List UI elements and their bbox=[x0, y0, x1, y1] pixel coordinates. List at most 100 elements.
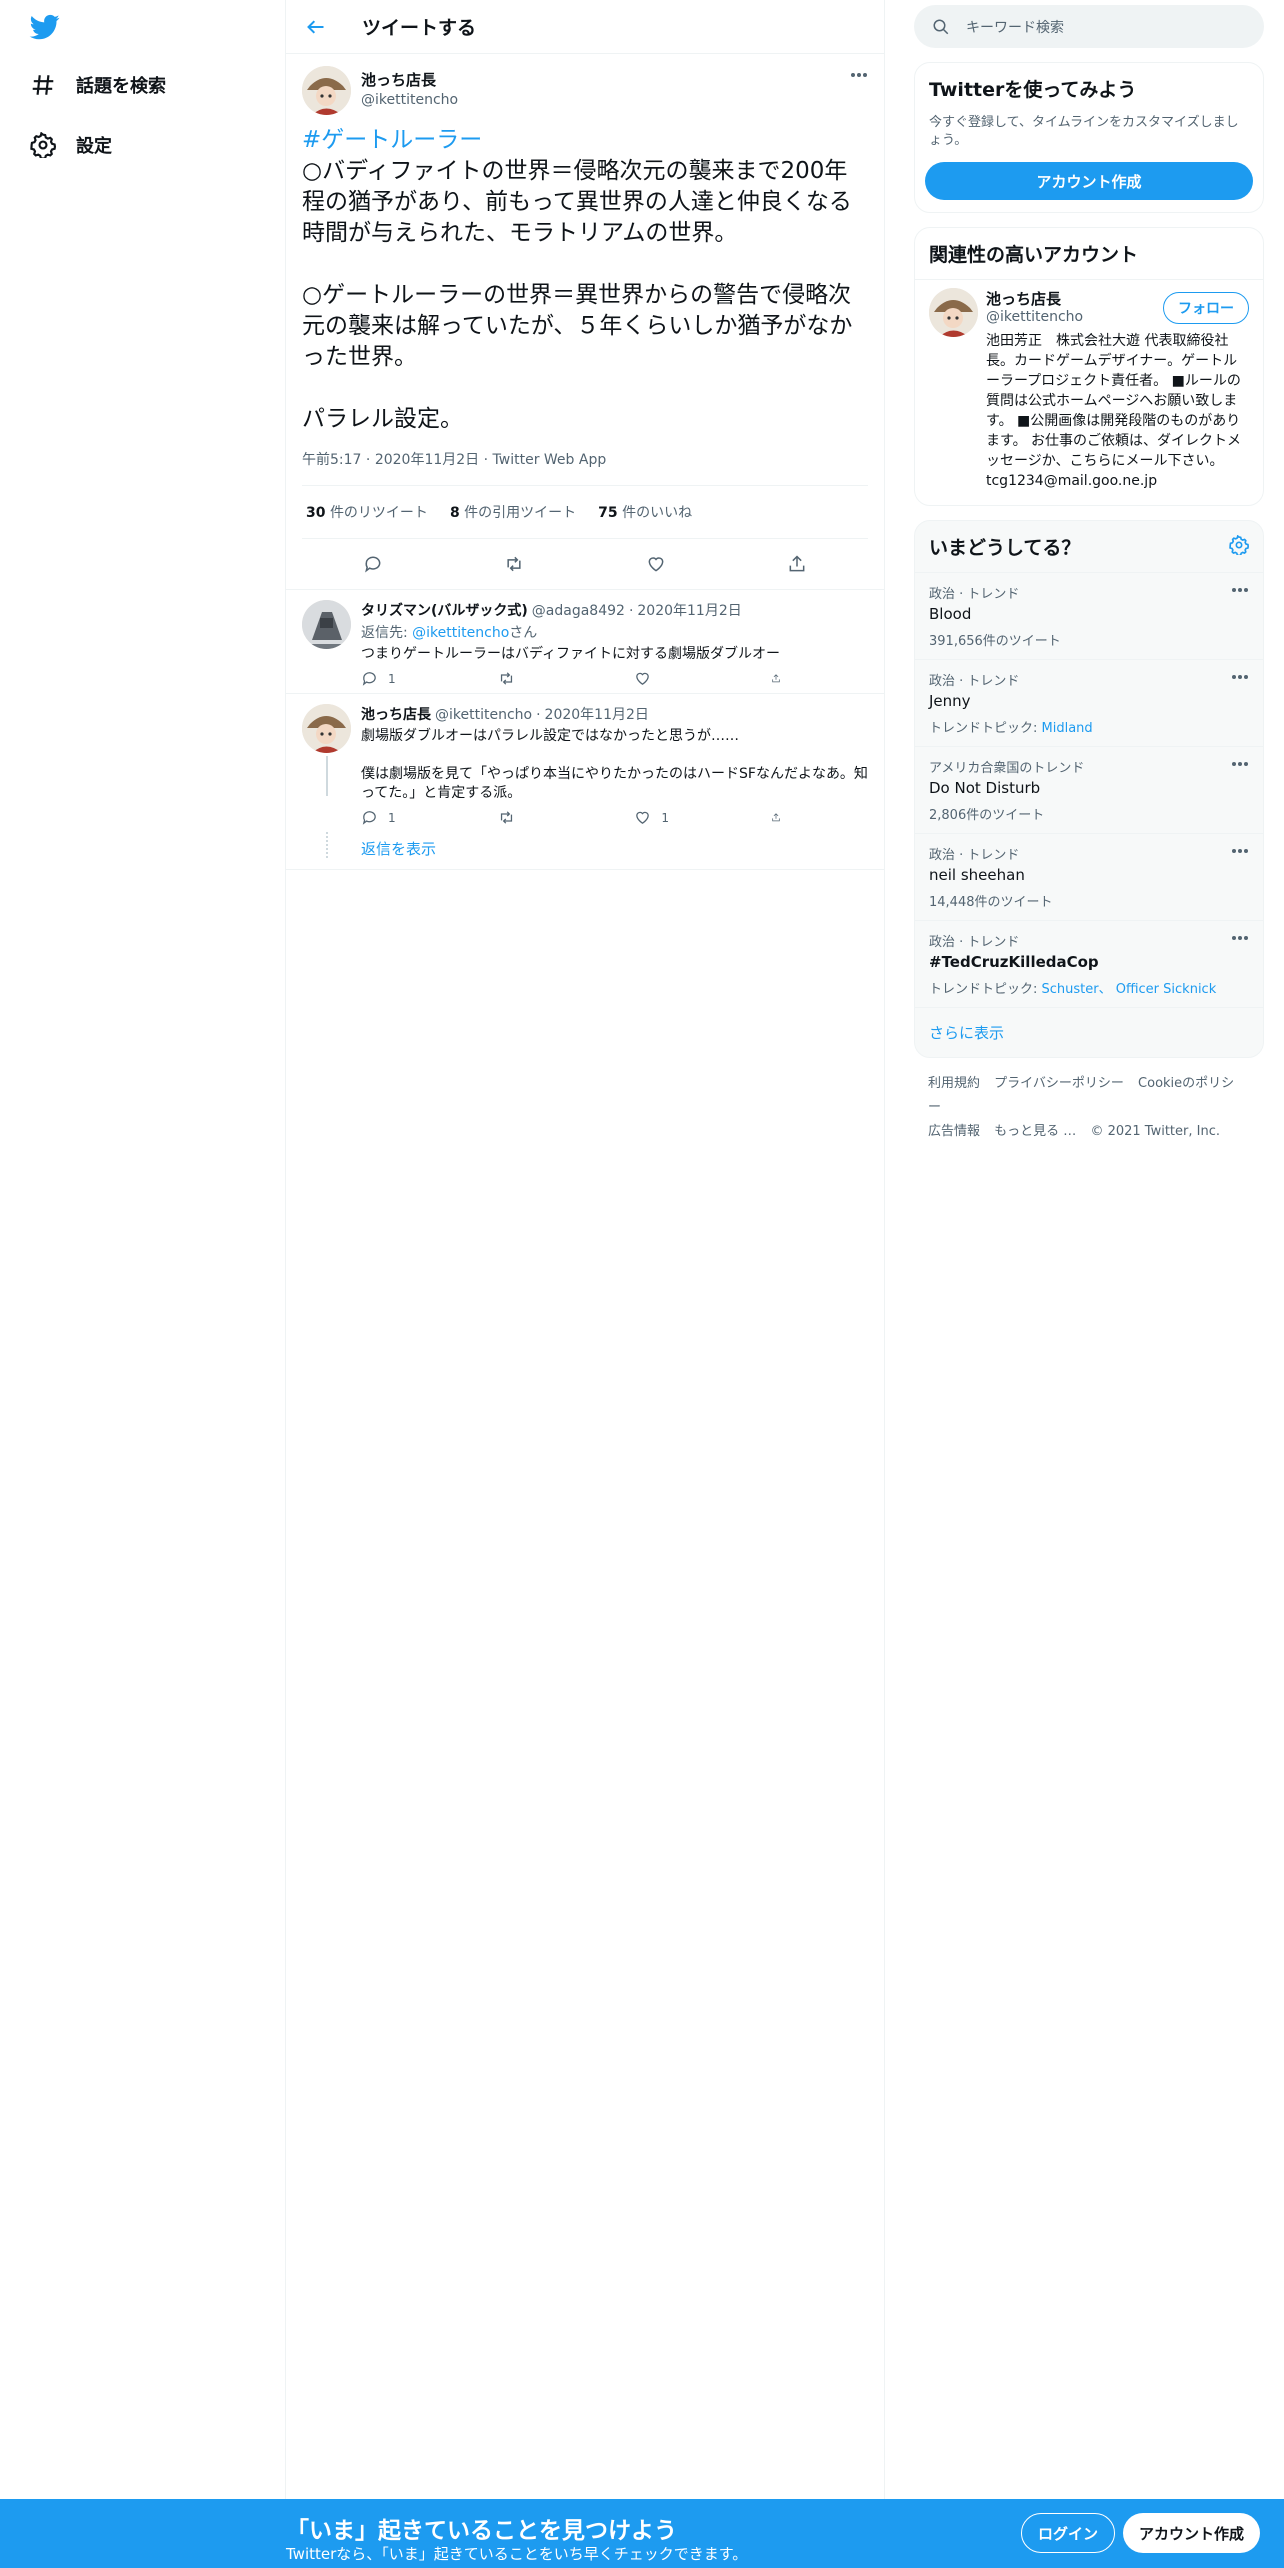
retweet-count[interactable]: 30 件のリツイート bbox=[306, 502, 428, 522]
hashtag-icon bbox=[32, 75, 54, 95]
reply-author-name[interactable]: タリズマン(バルザック式) bbox=[361, 600, 528, 620]
share-icon[interactable] bbox=[787, 554, 807, 574]
hashtag-link[interactable]: #ゲートルーラー bbox=[302, 127, 482, 153]
retweet-button[interactable] bbox=[498, 809, 608, 826]
reply-button[interactable]: 1 bbox=[361, 809, 471, 826]
like-icon[interactable] bbox=[646, 554, 666, 574]
more-options-icon[interactable] bbox=[1231, 587, 1249, 593]
author-name[interactable]: 池っち店長 bbox=[361, 69, 458, 90]
signup-card: Twitterを使ってみよう 今すぐ登録して、タイムラインをカスタマイズしましょ… bbox=[914, 62, 1264, 213]
avatar[interactable] bbox=[302, 600, 351, 649]
signup-button[interactable]: アカウント作成 bbox=[1123, 2513, 1261, 2553]
show-replies-link[interactable]: 返信を表示 bbox=[286, 832, 884, 870]
retweet-icon[interactable] bbox=[504, 554, 524, 574]
trend-item[interactable]: 政治 · トレンド #TedCruzKilledaCop トレンドトピック: S… bbox=[915, 920, 1263, 1007]
reply-author-handle[interactable]: @adaga8492 bbox=[532, 603, 625, 619]
nav-item-label: 話題を検索 bbox=[76, 76, 166, 97]
nav-item-settings[interactable]: 設定 bbox=[30, 125, 112, 165]
mention-link[interactable]: @ikettitencho bbox=[412, 625, 509, 641]
tweet-meta: 午前5:17 · 2020年11月2日 · Twitter Web App bbox=[302, 449, 868, 486]
nav-item-explore[interactable]: 話題を検索 bbox=[30, 65, 166, 105]
bottom-bar-subtitle: Twitterなら、「いま」起きていることをいち早くチェックできます。 bbox=[286, 2545, 748, 2563]
reply-date[interactable]: 2020年11月2日 bbox=[545, 704, 649, 724]
replying-to: 返信先: @ikettitenchoさん bbox=[361, 625, 538, 641]
trend-topics: トレンドトピック: Schuster、 Officer Sicknick bbox=[929, 982, 1217, 997]
reply-button[interactable]: 1 bbox=[361, 670, 471, 687]
share-button[interactable] bbox=[771, 670, 791, 687]
footer-link-privacy[interactable]: プライバシーポリシー bbox=[994, 1076, 1124, 1091]
more-options-icon[interactable] bbox=[1231, 935, 1249, 941]
share-icon bbox=[772, 813, 780, 822]
tweet-source[interactable]: Twitter Web App bbox=[493, 452, 607, 468]
like-button[interactable]: 1 bbox=[634, 809, 744, 826]
retweet-icon bbox=[500, 811, 512, 824]
reply-date[interactable]: 2020年11月2日 bbox=[637, 600, 741, 620]
more-options-icon[interactable] bbox=[850, 72, 868, 78]
twitter-logo-icon[interactable] bbox=[28, 12, 62, 42]
trend-topic-link[interactable]: Midland bbox=[1042, 721, 1093, 736]
like-button[interactable] bbox=[634, 670, 744, 687]
related-accounts-card: 関連性の高いアカウント 池っち店長 @ikettitencho 池田芳正 株式会… bbox=[914, 227, 1264, 506]
login-button[interactable]: ログイン bbox=[1021, 2513, 1116, 2553]
quote-count[interactable]: 8 件の引用ツイート bbox=[450, 502, 576, 522]
trend-topics: トレンドトピック: Midland bbox=[929, 721, 1093, 736]
trend-context: 政治 · トレンド bbox=[929, 935, 1020, 950]
page-title: ツイートする bbox=[362, 17, 477, 39]
author-handle[interactable]: @ikettitencho bbox=[361, 92, 458, 108]
follow-button[interactable]: フォロー bbox=[1163, 292, 1249, 324]
tweet-stats: 30 件のリツイート 8 件の引用ツイート 75 件のいいね bbox=[302, 486, 868, 539]
trend-item[interactable]: 政治 · トレンド neil sheehan 14,448件のツイート bbox=[915, 833, 1263, 920]
main-column: ツイートする 池っち店長 @ikettitencho #ゲートルーラー ○バディ… bbox=[286, 0, 885, 2568]
trend-item[interactable]: アメリカ合衆国のトレンド Do Not Disturb 2,806件のツイート bbox=[915, 746, 1263, 833]
trend-item[interactable]: 政治 · トレンド Blood 391,656件のツイート bbox=[915, 572, 1263, 659]
tweet-text: #ゲートルーラー ○バディファイトの世界＝侵略次元の襲来まで200年程の猶予があ… bbox=[302, 125, 868, 435]
main-tweet: 池っち店長 @ikettitencho #ゲートルーラー ○バディファイトの世界… bbox=[286, 54, 884, 590]
trend-name: Jenny bbox=[929, 692, 971, 710]
tweet-date[interactable]: 2020年11月2日 bbox=[375, 452, 479, 468]
trend-name: neil sheehan bbox=[929, 866, 1025, 884]
reply-icon bbox=[362, 811, 376, 825]
search-input[interactable]: キーワード検索 bbox=[914, 5, 1264, 48]
trend-context: 政治 · トレンド bbox=[929, 848, 1020, 863]
reply-actions: 1 bbox=[361, 670, 791, 687]
reply-author-handle[interactable]: @ikettitencho bbox=[435, 707, 532, 723]
right-sidebar: キーワード検索 Twitterを使ってみよう 今すぐ登録して、タイムラインをカス… bbox=[914, 0, 1264, 1158]
avatar[interactable] bbox=[302, 704, 351, 753]
footer-copyright: © 2021 Twitter, Inc. bbox=[1090, 1124, 1220, 1139]
like-icon bbox=[636, 811, 650, 824]
reply-text: つまりゲートルーラーはバディファイトに対する劇場版ダブルオー bbox=[361, 646, 781, 662]
avatar[interactable] bbox=[929, 288, 978, 337]
page-header: ツイートする bbox=[286, 0, 884, 54]
tweet-actions bbox=[302, 539, 868, 589]
tweet-body-text: ○バディファイトの世界＝侵略次元の襲来まで200年程の猶予があり、前もって異世界… bbox=[302, 158, 853, 432]
related-account[interactable]: 池っち店長 @ikettitencho 池田芳正 株式会社大遊 代表取締役社長。… bbox=[915, 280, 1263, 505]
like-count[interactable]: 75 件のいいね bbox=[598, 502, 692, 522]
reply-author-name[interactable]: 池っち店長 bbox=[361, 704, 431, 724]
create-account-button[interactable]: アカウント作成 bbox=[925, 162, 1253, 200]
trend-item[interactable]: 政治 · トレンド Jenny トレンドトピック: Midland bbox=[915, 659, 1263, 746]
reply-tweet[interactable]: タリズマン(バルザック式) @adaga8492 · 2020年11月2日 返信… bbox=[286, 590, 884, 694]
thread-line bbox=[326, 756, 328, 796]
footer-link-terms[interactable]: 利用規約 bbox=[928, 1076, 980, 1091]
share-icon bbox=[772, 674, 780, 683]
more-options-icon[interactable] bbox=[1231, 848, 1249, 854]
retweet-button[interactable] bbox=[498, 670, 608, 687]
trend-topic-link[interactable]: Schuster、 Officer Sicknick bbox=[1042, 982, 1217, 997]
like-icon bbox=[636, 672, 650, 685]
footer-link-more[interactable]: もっと見る … bbox=[994, 1124, 1076, 1139]
search-placeholder: キーワード検索 bbox=[966, 19, 1064, 36]
avatar[interactable] bbox=[302, 66, 351, 115]
settings-gear-icon[interactable] bbox=[1229, 535, 1249, 555]
more-options-icon[interactable] bbox=[1231, 761, 1249, 767]
reply-tweet[interactable]: 池っち店長 @ikettitencho · 2020年11月2日 劇場版ダブルオ… bbox=[286, 694, 884, 832]
show-more-link[interactable]: さらに表示 bbox=[915, 1007, 1263, 1057]
footer-link-ads[interactable]: 広告情報 bbox=[928, 1124, 980, 1139]
back-arrow-icon[interactable] bbox=[306, 17, 326, 37]
share-button[interactable] bbox=[771, 809, 791, 826]
search-icon bbox=[933, 19, 949, 34]
tweet-time[interactable]: 午前5:17 bbox=[302, 452, 361, 468]
reply-icon[interactable] bbox=[363, 554, 383, 574]
more-options-icon[interactable] bbox=[1231, 674, 1249, 680]
trend-name: Do Not Disturb bbox=[929, 779, 1041, 797]
trend-count: 2,806件のツイート bbox=[929, 808, 1045, 823]
